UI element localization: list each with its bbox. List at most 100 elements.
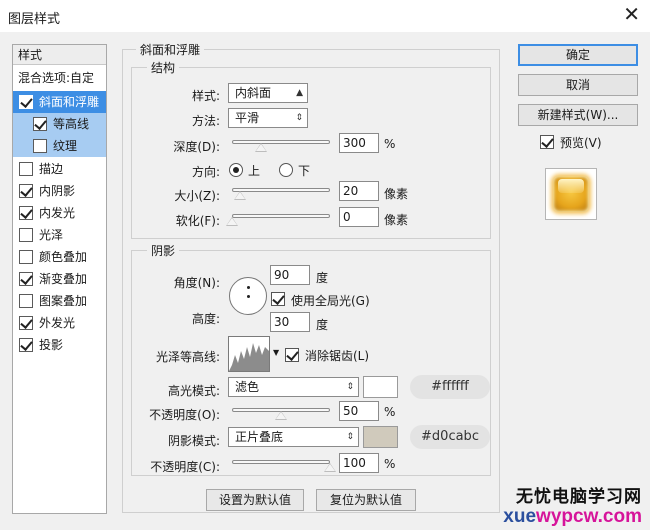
depth-slider[interactable] (232, 140, 330, 144)
altitude-input[interactable]: 30 (270, 312, 310, 332)
angle-unit: 度 (316, 271, 329, 285)
size-slider-thumb[interactable] (233, 191, 246, 200)
soften-input[interactable]: 0 (339, 207, 379, 227)
bevel-emboss-group-title: 斜面和浮雕 (136, 41, 205, 58)
depth-slider-thumb[interactable] (255, 143, 268, 152)
soften-slider-thumb[interactable] (226, 217, 238, 226)
shadow-opacity-slider[interactable] (232, 460, 330, 464)
shadow-color-swatch[interactable] (363, 426, 398, 448)
style-item-pattern-overlay[interactable]: 图案叠加 (13, 290, 106, 312)
watermark-line2-a: xue (503, 506, 537, 528)
shadow-hex-label: #d0cabc (410, 425, 490, 449)
drop-shadow-checkbox[interactable] (19, 338, 33, 352)
style-item-label: 描边 (39, 162, 64, 176)
style-item-contour[interactable]: 等高线 (13, 113, 106, 135)
make-default-button[interactable]: 设置为默认值 (206, 489, 304, 511)
soften-unit: 像素 (384, 213, 409, 227)
style-item-gradient-overlay[interactable]: 渐变叠加 (13, 268, 106, 290)
close-icon[interactable]: ✕ (623, 2, 640, 26)
shadow-opacity-thumb[interactable] (324, 463, 336, 472)
technique-select[interactable]: 平滑 ⇕ (228, 108, 308, 128)
new-style-button[interactable]: 新建样式(W)... (518, 104, 638, 126)
technique-label: 方法: (191, 114, 220, 128)
direction-up-radio[interactable] (229, 163, 243, 177)
style-item-label: 外发光 (39, 316, 76, 330)
style-item-satin[interactable]: 光泽 (13, 224, 106, 246)
gloss-contour-label: 光泽等高线: (155, 350, 220, 364)
style-item-label: 斜面和浮雕 (39, 95, 100, 109)
inner-shadow-checkbox[interactable] (19, 184, 33, 198)
style-label: 样式: (191, 89, 220, 103)
highlight-opacity-unit: % (384, 405, 396, 419)
bevel-emboss-checkbox[interactable] (19, 95, 33, 109)
blend-options-label: 混合选项:自定 (18, 71, 95, 85)
color-overlay-checkbox[interactable] (19, 250, 33, 264)
style-item-label: 内发光 (39, 206, 76, 220)
updown-arrow-icon: ⇕ (295, 113, 303, 123)
angle-input[interactable]: 90 (270, 265, 310, 285)
watermark-line1: 无忧电脑学习网 (516, 487, 642, 508)
highlight-color-swatch[interactable] (363, 376, 398, 398)
shadow-opacity-input[interactable]: 100 (339, 453, 379, 473)
contour-dropdown-icon[interactable]: ▼ (273, 348, 279, 357)
style-item-drop-shadow[interactable]: 投影 (13, 334, 106, 356)
style-item-label: 图案叠加 (39, 294, 88, 308)
highlight-opacity-input[interactable]: 50 (339, 401, 379, 421)
antialias-checkbox[interactable] (285, 348, 299, 362)
reset-default-button[interactable]: 复位为默认值 (316, 489, 416, 511)
bevel-style-select[interactable]: 内斜面 ▲ (228, 83, 308, 103)
highlight-opacity-thumb[interactable] (275, 411, 287, 420)
direction-down-radio[interactable] (279, 163, 293, 177)
size-label: 大小(Z): (174, 189, 220, 203)
shadow-mode-value: 正片叠底 (235, 430, 284, 444)
antialias-label: 消除锯齿(L) (305, 349, 370, 363)
ok-button[interactable]: 确定 (518, 44, 638, 66)
inner-glow-checkbox[interactable] (19, 206, 33, 220)
style-item-bevel-emboss[interactable]: 斜面和浮雕 (13, 91, 106, 113)
texture-checkbox[interactable] (33, 139, 47, 153)
updown-arrow-icon: ⇕ (346, 432, 354, 442)
gradient-overlay-checkbox[interactable] (19, 272, 33, 286)
technique-value: 平滑 (235, 111, 260, 125)
highlight-mode-label: 高光模式: (167, 384, 220, 398)
global-light-label: 使用全局光(G) (291, 294, 370, 308)
shading-group-title: 阴影 (147, 242, 180, 259)
angle-dial[interactable] (229, 277, 267, 315)
style-item-color-overlay[interactable]: 颜色叠加 (13, 246, 106, 268)
style-item-outer-glow[interactable]: 外发光 (13, 312, 106, 334)
style-item-inner-shadow[interactable]: 内阴影 (13, 180, 106, 202)
layer-style-dialog: 样式 混合选项:自定 斜面和浮雕 等高线 纹理 描边 内阴影 内发光 光泽 颜色… (0, 32, 650, 530)
structure-group-title: 结构 (147, 59, 180, 76)
direction-up-label: 上 (248, 164, 261, 178)
size-slider[interactable] (232, 188, 330, 192)
style-item-texture[interactable]: 纹理 (13, 135, 106, 157)
highlight-hex-label: #ffffff (410, 375, 490, 399)
satin-checkbox[interactable] (19, 228, 33, 242)
watermark-line2: xuewypcw.com (503, 506, 642, 528)
global-light-checkbox[interactable] (271, 292, 285, 306)
depth-input[interactable]: 300 (339, 133, 379, 153)
size-input[interactable]: 20 (339, 181, 379, 201)
shadow-opacity-label: 不透明度(C): (150, 460, 220, 474)
stroke-checkbox[interactable] (19, 162, 33, 176)
direction-label: 方向: (191, 165, 220, 179)
style-item-inner-glow[interactable]: 内发光 (13, 202, 106, 224)
blend-options-item[interactable]: 混合选项:自定 (13, 67, 106, 89)
soften-label: 软化(F): (175, 214, 220, 228)
outer-glow-checkbox[interactable] (19, 316, 33, 330)
soften-slider[interactable] (232, 214, 330, 218)
highlight-mode-select[interactable]: 滤色 ⇕ (228, 377, 359, 397)
style-item-stroke[interactable]: 描边 (13, 158, 106, 180)
altitude-unit: 度 (316, 318, 329, 332)
style-preview-thumbnail (545, 168, 597, 220)
pattern-overlay-checkbox[interactable] (19, 294, 33, 308)
style-list-header: 样式 (13, 45, 106, 65)
preview-checkbox[interactable] (540, 135, 554, 149)
gloss-contour-picker[interactable] (228, 336, 270, 372)
style-item-label: 投影 (39, 338, 64, 352)
shadow-mode-select[interactable]: 正片叠底 ⇕ (228, 427, 359, 447)
depth-unit: % (384, 137, 396, 151)
contour-checkbox[interactable] (33, 117, 47, 131)
preview-label: 预览(V) (560, 136, 602, 150)
cancel-button[interactable]: 取消 (518, 74, 638, 96)
